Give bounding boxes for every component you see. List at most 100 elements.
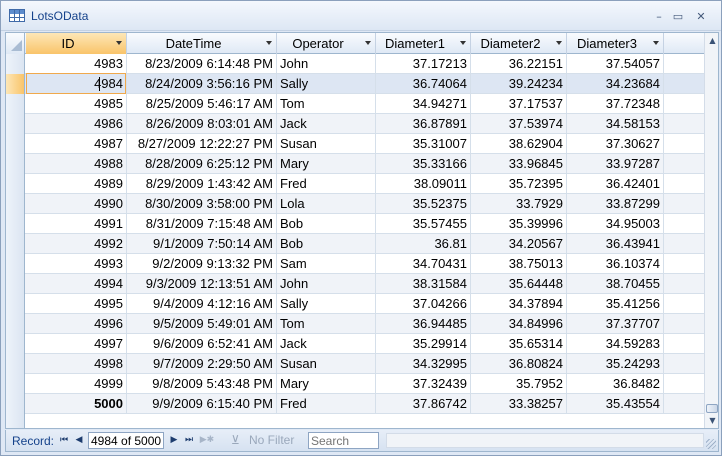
cell-id[interactable]: 4987 [26,134,127,154]
cell-datetime[interactable]: 8/30/2009 3:58:00 PM [127,194,277,214]
cell-datetime[interactable]: 8/29/2009 1:43:42 AM [127,174,277,194]
table-row[interactable]: 4990 8/30/2009 3:58:00 PM Lola 35.52375 33.7… [6,194,704,214]
cell-d3[interactable]: 37.72348 [567,94,664,114]
table-row[interactable]: 4994 9/3/2009 12:13:51 AM John 38.31584 35.6… [6,274,704,294]
cell-operator[interactable]: John [277,54,376,74]
cell-d1[interactable]: 34.70431 [376,254,471,274]
cell-operator[interactable]: John [277,274,376,294]
cell-d2[interactable]: 34.37894 [471,294,567,314]
cell-operator[interactable]: Mary [277,154,376,174]
row-selector[interactable] [6,374,25,394]
table-row[interactable]: 4985 8/25/2009 5:46:17 AM Tom 34.94271 37.17… [6,94,704,114]
minimize-button[interactable]: – [650,9,668,24]
cell-d2[interactable]: 33.7929 [471,194,567,214]
cell-id[interactable]: 5000 [26,394,127,414]
select-all-button[interactable] [6,33,25,54]
cell-d1[interactable]: 36.87891 [376,114,471,134]
new-record-button[interactable]: ▶✱ [198,433,216,448]
cell-operator[interactable]: Tom [277,94,376,114]
cell-datetime[interactable]: 9/4/2009 4:12:16 AM [127,294,277,314]
row-selector[interactable] [6,134,25,154]
row-selector[interactable] [6,314,25,334]
table-row[interactable]: 4988 8/28/2009 6:25:12 PM Mary 35.33166 33.9… [6,154,704,174]
table-row[interactable]: 4983 8/23/2009 6:14:48 PM John 37.17213 36.2… [6,54,704,74]
cell-datetime[interactable]: 8/27/2009 12:22:27 PM [127,134,277,154]
cell-d3[interactable]: 35.24293 [567,354,664,374]
table-row[interactable]: 4993 9/2/2009 9:13:32 PM Sam 34.70431 38.750… [6,254,704,274]
cell-d1[interactable]: 34.32995 [376,354,471,374]
scroll-thumb[interactable] [706,404,718,413]
cell-operator[interactable]: Sally [277,74,376,94]
cell-d3[interactable]: 37.54057 [567,54,664,74]
cell-operator[interactable]: Jack [277,114,376,134]
cell-id[interactable]: 4998 [26,354,127,374]
column-header-d1[interactable]: Diameter1 [376,33,471,54]
row-selector[interactable] [6,334,25,354]
cell-d3[interactable]: 34.58153 [567,114,664,134]
scroll-down-button[interactable]: ▼ [706,413,718,428]
cell-datetime[interactable]: 9/6/2009 6:52:41 AM [127,334,277,354]
cell-operator[interactable]: Fred [277,174,376,194]
no-filter-button[interactable]: ⊻ No Filter [231,432,301,449]
cell-id[interactable]: 4992 [26,234,127,254]
row-selector[interactable] [6,274,25,294]
cell-operator[interactable]: Tom [277,314,376,334]
table-row[interactable]: 4996 9/5/2009 5:49:01 AM Tom 36.94485 34.849… [6,314,704,334]
cell-d2[interactable]: 36.22151 [471,54,567,74]
chevron-down-icon[interactable] [653,41,659,45]
cell-d3[interactable]: 36.8482 [567,374,664,394]
table-row[interactable]: 4999 9/8/2009 5:43:48 PM Mary 37.32439 35.79… [6,374,704,394]
row-selector[interactable] [6,394,25,414]
cell-operator[interactable]: Sam [277,254,376,274]
cell-d3[interactable]: 38.70455 [567,274,664,294]
cell-operator[interactable]: Susan [277,354,376,374]
scroll-up-button[interactable]: ▲ [706,33,718,48]
cell-operator[interactable]: Fred [277,394,376,414]
row-selector[interactable] [6,214,25,234]
cell-d1[interactable]: 37.32439 [376,374,471,394]
cell-d3[interactable]: 34.59283 [567,334,664,354]
vertical-scrollbar[interactable]: ▲ ▼ [704,33,718,428]
cell-d3[interactable]: 35.41256 [567,294,664,314]
cell-datetime[interactable]: 8/31/2009 7:15:48 AM [127,214,277,234]
cell-id[interactable]: 4996 [26,314,127,334]
cell-id[interactable]: 4991 [26,214,127,234]
cell-id[interactable]: 4994 [26,274,127,294]
cell-d2[interactable]: 38.75013 [471,254,567,274]
row-selector[interactable] [6,254,25,274]
first-record-button[interactable]: ⏮ [58,433,70,448]
cell-d1[interactable]: 38.31584 [376,274,471,294]
cell-d1[interactable]: 36.81 [376,234,471,254]
cell-id[interactable]: 4986 [26,114,127,134]
cell-operator[interactable]: Sally [277,294,376,314]
cell-datetime[interactable]: 9/7/2009 2:29:50 AM [127,354,277,374]
row-selector[interactable] [6,194,25,214]
cell-id[interactable]: 4983 [26,54,127,74]
column-header-operator[interactable]: Operator [277,33,376,54]
row-selector[interactable] [6,74,25,94]
cell-datetime[interactable]: 9/2/2009 9:13:32 PM [127,254,277,274]
cell-d1[interactable]: 35.33166 [376,154,471,174]
cell-d2[interactable]: 39.24234 [471,74,567,94]
chevron-down-icon[interactable] [556,41,562,45]
cell-d2[interactable]: 37.17537 [471,94,567,114]
restore-button[interactable]: ▭ [669,9,687,24]
cell-d3[interactable]: 36.43941 [567,234,664,254]
cell-d1[interactable]: 37.04266 [376,294,471,314]
cell-datetime[interactable]: 9/3/2009 12:13:51 AM [127,274,277,294]
table-row[interactable]: 4995 9/4/2009 4:12:16 AM Sally 37.04266 34.3… [6,294,704,314]
cell-d2[interactable]: 35.39996 [471,214,567,234]
cell-d1[interactable]: 38.09011 [376,174,471,194]
cell-datetime[interactable]: 8/28/2009 6:25:12 PM [127,154,277,174]
cell-datetime[interactable]: 9/9/2009 6:15:40 PM [127,394,277,414]
cell-datetime[interactable]: 9/8/2009 5:43:48 PM [127,374,277,394]
table-row[interactable]: 4984 8/24/2009 3:56:16 PM Sally 36.74064 39.… [6,73,704,94]
row-selector[interactable] [6,234,25,254]
cell-d1[interactable]: 35.52375 [376,194,471,214]
close-button[interactable]: ✕ [692,9,710,24]
cell-id[interactable]: 4997 [26,334,127,354]
cell-datetime[interactable]: 8/24/2009 3:56:16 PM [127,74,277,94]
cell-id[interactable]: 4995 [26,294,127,314]
cell-operator[interactable]: Mary [277,374,376,394]
search-input[interactable] [308,432,379,449]
